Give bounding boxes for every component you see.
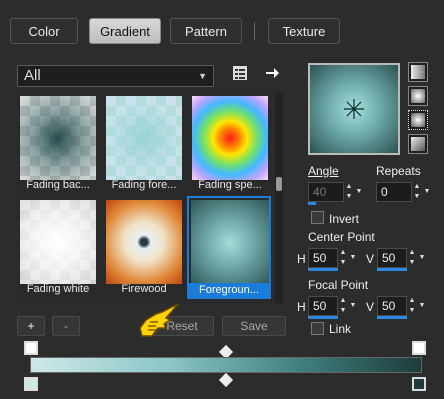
angle-spinner[interactable]: ▲ ▼ [344, 182, 354, 202]
gradient-preview[interactable] [308, 63, 400, 155]
focal-v-slider[interactable] [377, 316, 407, 319]
color-stop-right[interactable] [412, 377, 426, 391]
focal-point-label: Focal Point [308, 278, 369, 292]
focal-h-slider[interactable] [308, 316, 338, 319]
repeats-spinner[interactable]: ▲ ▼ [412, 182, 422, 202]
angle-input[interactable]: 40 [308, 182, 344, 202]
color-stop-left[interactable] [24, 377, 38, 391]
gradient-thumb-fading-background[interactable]: Fading bac... [17, 93, 97, 193]
invert-label: Invert [329, 212, 360, 226]
remove-button[interactable]: - [52, 316, 80, 336]
angle-slider[interactable] [308, 202, 316, 205]
angle-dropdown-icon[interactable]: ▼ [354, 182, 364, 202]
center-h-dropdown-icon[interactable]: ▼ [348, 248, 358, 268]
link-checkbox[interactable] [311, 322, 324, 335]
repeats-dropdown-icon[interactable]: ▼ [422, 182, 432, 202]
gradient-swatch [106, 200, 182, 284]
center-h-input[interactable]: 50 [308, 248, 338, 268]
focal-h-input[interactable]: 50 [308, 296, 338, 316]
arrow-right-icon[interactable] [264, 65, 280, 81]
tab-color[interactable]: Color [10, 18, 78, 44]
focal-h-label: H [297, 300, 306, 314]
tab-gradient[interactable]: Gradient [89, 18, 161, 44]
save-button[interactable]: Save [222, 316, 286, 336]
focal-h-spinner[interactable]: ▲ ▼ [338, 296, 348, 316]
gradient-thumb-fading-spectrum[interactable]: Fading spe... [189, 93, 269, 193]
gradient-thumb-foreground[interactable]: Foregroun... [187, 196, 271, 299]
color-midpoint-marker[interactable] [218, 372, 234, 388]
center-v-spinner[interactable]: ▲ ▼ [407, 248, 417, 268]
scrollbar-thumb[interactable] [276, 177, 282, 191]
focal-h-dropdown-icon[interactable]: ▼ [348, 296, 358, 316]
thumbnail-scrollbar[interactable] [275, 93, 283, 303]
gradient-swatch [20, 96, 96, 180]
repeats-input[interactable]: 0 [376, 182, 412, 202]
opacity-stop-left[interactable] [24, 341, 38, 355]
gradient-thumb-firewood[interactable]: Firewood [103, 197, 183, 297]
gradient-thumb-fading-foreground[interactable]: Fading fore... [103, 93, 183, 193]
tab-separator [254, 22, 255, 40]
center-point-label: Center Point [308, 230, 375, 244]
gradient-thumb-label: Fading spe... [198, 179, 262, 191]
pointing-hand-cursor-icon [136, 298, 184, 342]
gradient-swatch [191, 200, 269, 286]
add-button[interactable]: + [17, 316, 45, 336]
tab-texture[interactable]: Texture [268, 18, 340, 44]
center-v-dropdown-icon[interactable]: ▼ [417, 248, 427, 268]
gradient-thumb-label: Fading fore... [111, 179, 177, 191]
gradient-thumb-fading-white[interactable]: Fading white [17, 197, 97, 297]
linear-style-button[interactable] [408, 62, 428, 82]
gradient-thumbnail-grid: Fading bac... Fading fore... Fading spe.… [17, 93, 273, 303]
gradient-thumb-label: Foregroun... [189, 283, 269, 297]
sunburst-style-button[interactable] [408, 110, 428, 130]
center-h-label: H [297, 252, 306, 266]
focal-v-input[interactable]: 50 [377, 296, 407, 316]
center-h-slider[interactable] [308, 268, 338, 271]
gradient-thumb-label: Fading white [26, 283, 90, 295]
category-dropdown[interactable]: All ▼ [17, 65, 214, 87]
focal-v-label: V [366, 300, 375, 314]
category-value: All [24, 67, 41, 84]
focal-v-dropdown-icon[interactable]: ▼ [417, 296, 427, 316]
gradient-swatch [106, 96, 182, 180]
tab-pattern[interactable]: Pattern [170, 18, 242, 44]
center-v-label: V [366, 252, 375, 266]
repeats-label: Repeats [376, 164, 421, 178]
gradient-thumb-label: Firewood [121, 283, 167, 295]
rectangular-style-button[interactable] [408, 86, 428, 106]
gradient-editor-bar[interactable] [30, 357, 422, 373]
center-h-spinner[interactable]: ▲ ▼ [338, 248, 348, 268]
center-point-crosshair-icon [344, 99, 364, 119]
center-v-slider[interactable] [377, 268, 407, 271]
center-v-input[interactable]: 50 [377, 248, 407, 268]
opacity-stop-right[interactable] [412, 341, 426, 355]
angle-label: Angle [308, 164, 339, 178]
gradient-swatch [192, 96, 268, 180]
gradient-swatch [20, 200, 96, 284]
focal-v-spinner[interactable]: ▲ ▼ [407, 296, 417, 316]
gradient-thumb-label: Fading bac... [26, 179, 90, 191]
invert-checkbox[interactable] [311, 211, 324, 224]
radial-style-button[interactable] [408, 134, 428, 154]
list-view-icon[interactable] [232, 65, 248, 81]
chevron-down-icon: ▼ [198, 71, 207, 81]
link-label: Link [329, 322, 352, 336]
